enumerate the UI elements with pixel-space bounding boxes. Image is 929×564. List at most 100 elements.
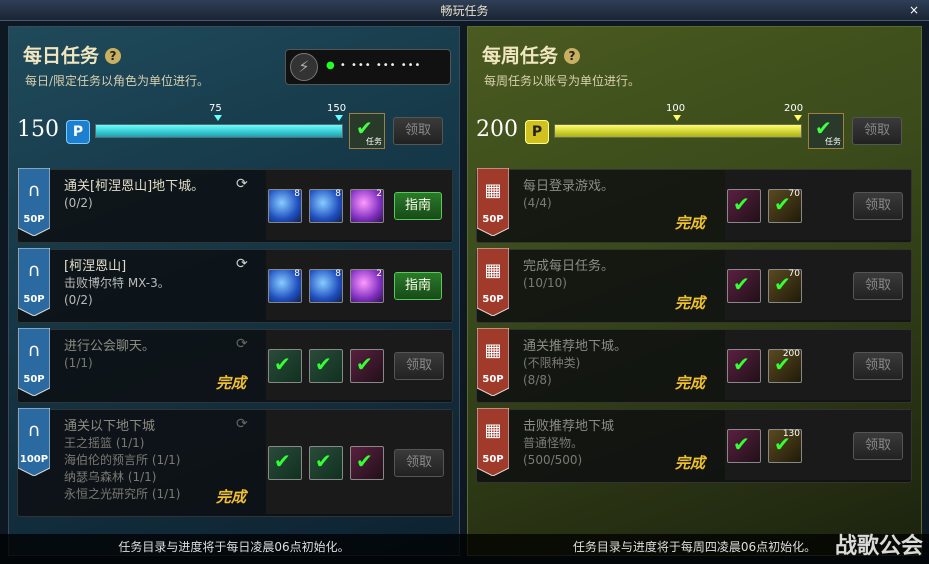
quest-row: ▦ 50P 完成每日任务。 (10/10) ✔ ✔ 70 领取 完成 [476,248,912,323]
quest-claim-button[interactable]: 领取 [853,192,903,220]
reward-item[interactable]: ✔ [309,446,343,480]
footer-bar: 任务目录与进度将于每日凌晨06点初始化。 任务目录与进度将于每周四凌晨06点初始… [0,534,929,564]
quest-text: [柯涅恩山] 击败博尔特 MX-3。 (0/2) [64,258,170,309]
complete-status: 完成 [675,374,706,392]
reward-item[interactable]: 8 [268,189,302,223]
fatigue-dots-text: • ••• ••• ••• [339,60,422,71]
quest-text: 通关以下地下城 王之摇篮 (1/1) 海伯伦的预言所 (1/1) 纳瑟乌森林 (1/1… [64,418,181,503]
weekly-claim-button[interactable]: 领取 [852,117,902,145]
gate-icon: ∩ [27,180,41,201]
reward-item[interactable]: 2 [350,269,384,303]
quest-claim-button[interactable]: 领取 [853,432,903,460]
reward-item[interactable]: ✔ 200 [768,349,802,383]
quest-row: ▦ 50P 每日登录游戏。 (4/4) ✔ ✔ 70 领取 完成 [476,168,912,243]
item-count: 200 [782,349,800,359]
gate-icon: ∩ [27,420,41,441]
quest-detail: 海伯伦的预言所 (1/1) [64,453,181,467]
guide-button[interactable]: 指南 [394,192,442,220]
reward-item[interactable]: ✔ [727,189,761,223]
quest-text: 每日登录游戏。 (4/4) [523,178,614,212]
quest-text: 通关[柯涅恩山]地下城。 (0/2) [64,178,204,212]
complete-status: 完成 [216,374,247,392]
complete-status: 完成 [675,454,706,472]
quest-detail: (0/2) [64,293,93,307]
quest-row: ∩ 100P 通关以下地下城 王之摇篮 (1/1) 海伯伦的预言所 (1/1) 纳瑟乌森林… [17,408,453,517]
checkmark-icon: ✔ [356,352,373,376]
reward-item[interactable]: ✔ [350,446,384,480]
quest-points-tag: ▦ 50P [477,168,509,236]
fatigue-indicator: ⚡ ● • ••• ••• ••• [285,49,451,85]
daily-points: 150 [17,117,59,142]
quest-claim-button[interactable]: 领取 [853,272,903,300]
quest-points: 50P [23,214,45,225]
quest-points-tag: ∩ 50P [18,168,50,236]
weekly-progress-bar [554,124,802,138]
quest-points: 50P [23,294,45,305]
daily-reward-chest[interactable]: ✔ 任务 [349,113,385,149]
refresh-icon: ⟳ [236,256,248,272]
reward-item[interactable]: 8 [309,189,343,223]
quest-row: ▦ 50P 击败推荐地下城 普通怪物。 (500/500) ✔ ✔ 130 领取 完成 [476,408,912,483]
refresh-icon: ⟳ [236,176,248,192]
checkmark-icon: ✔ [356,449,373,473]
item-count: 2 [376,189,382,199]
weekly-title-text: 每周任务 [482,45,559,67]
checkmark-icon: ✔ [274,352,291,376]
quest-claim-button[interactable]: 领取 [853,352,903,380]
reward-item[interactable]: ✔ [727,349,761,383]
close-button[interactable]: × [907,3,921,17]
daily-footer: 任务目录与进度将于每日凌晨06点初始化。 [118,540,350,554]
daily-progress-bar [95,124,343,138]
checkmark-icon: ✔ [733,432,750,456]
titlebar: 畅玩任务 × [0,0,929,21]
reward-item[interactable]: 8 [309,269,343,303]
quest-points: 50P [482,214,504,225]
daily-title-text: 每日任务 [23,45,100,67]
weekly-subtitle: 每周任务以账号为单位进行。 [484,74,641,88]
quest-points: 50P [482,374,504,385]
quest-text: 进行公会聊天。 (1/1) [64,338,155,372]
weekly-title: 每周任务? [482,41,581,68]
reward-item[interactable]: ✔ 70 [768,269,802,303]
quest-name: 进行公会聊天。 [64,339,156,354]
quest-detail: (10/10) [523,276,567,290]
weekly-reward-chest[interactable]: ✔ 任务 [808,113,844,149]
refresh-icon: ⟳ [236,336,248,352]
reward-item[interactable]: 8 [268,269,302,303]
refresh-icon: ⟳ [236,416,248,432]
gate-icon: ∩ [27,340,41,361]
help-icon[interactable]: ? [105,48,122,64]
quest-points-tag: ▦ 50P [477,328,509,396]
calendar-icon: ▦ [484,260,502,281]
help-icon[interactable]: ? [564,48,581,64]
quest-points-tag: ∩ 100P [18,408,50,476]
quest-claim-button[interactable]: 领取 [394,449,444,477]
reward-item[interactable]: 2 [350,189,384,223]
reward-item[interactable]: ✔ [268,446,302,480]
daily-title: 每日任务? [23,41,122,68]
reward-item[interactable]: ✔ [727,429,761,463]
quest-row: ∩ 50P 通关[柯涅恩山]地下城。 (0/2) ⟳ 8 8 2 指南 [17,168,453,243]
item-count: 8 [335,269,341,279]
reward-item[interactable]: ✔ [268,349,302,383]
reward-item[interactable]: ✔ [727,269,761,303]
reward-item[interactable]: ✔ [350,349,384,383]
item-count: 70 [788,269,800,279]
quest-points-tag: ▦ 50P [477,248,509,316]
quest-name: 通关推荐地下城。 [523,339,628,354]
reward-item[interactable]: ✔ 70 [768,189,802,223]
weekly-points: 200 [476,117,518,142]
reward-item[interactable]: ✔ [309,349,343,383]
guide-button[interactable]: 指南 [394,272,442,300]
quest-text: 击败推荐地下城 普通怪物。 (500/500) [523,418,614,469]
quest-points: 50P [23,374,45,385]
checkmark-icon: ✔ [733,272,750,296]
daily-progress-fill [96,125,342,137]
weekly-panel: 每周任务? 每周任务以账号为单位进行。 200 P 100 200 ✔ 任务 领取… [467,26,922,556]
quest-name: 完成每日任务。 [523,259,615,274]
item-count: 70 [788,189,800,199]
reward-item[interactable]: ✔ 130 [768,429,802,463]
daily-claim-button[interactable]: 领取 [393,117,443,145]
quest-claim-button[interactable]: 领取 [394,352,444,380]
quest-points: 50P [482,294,504,305]
